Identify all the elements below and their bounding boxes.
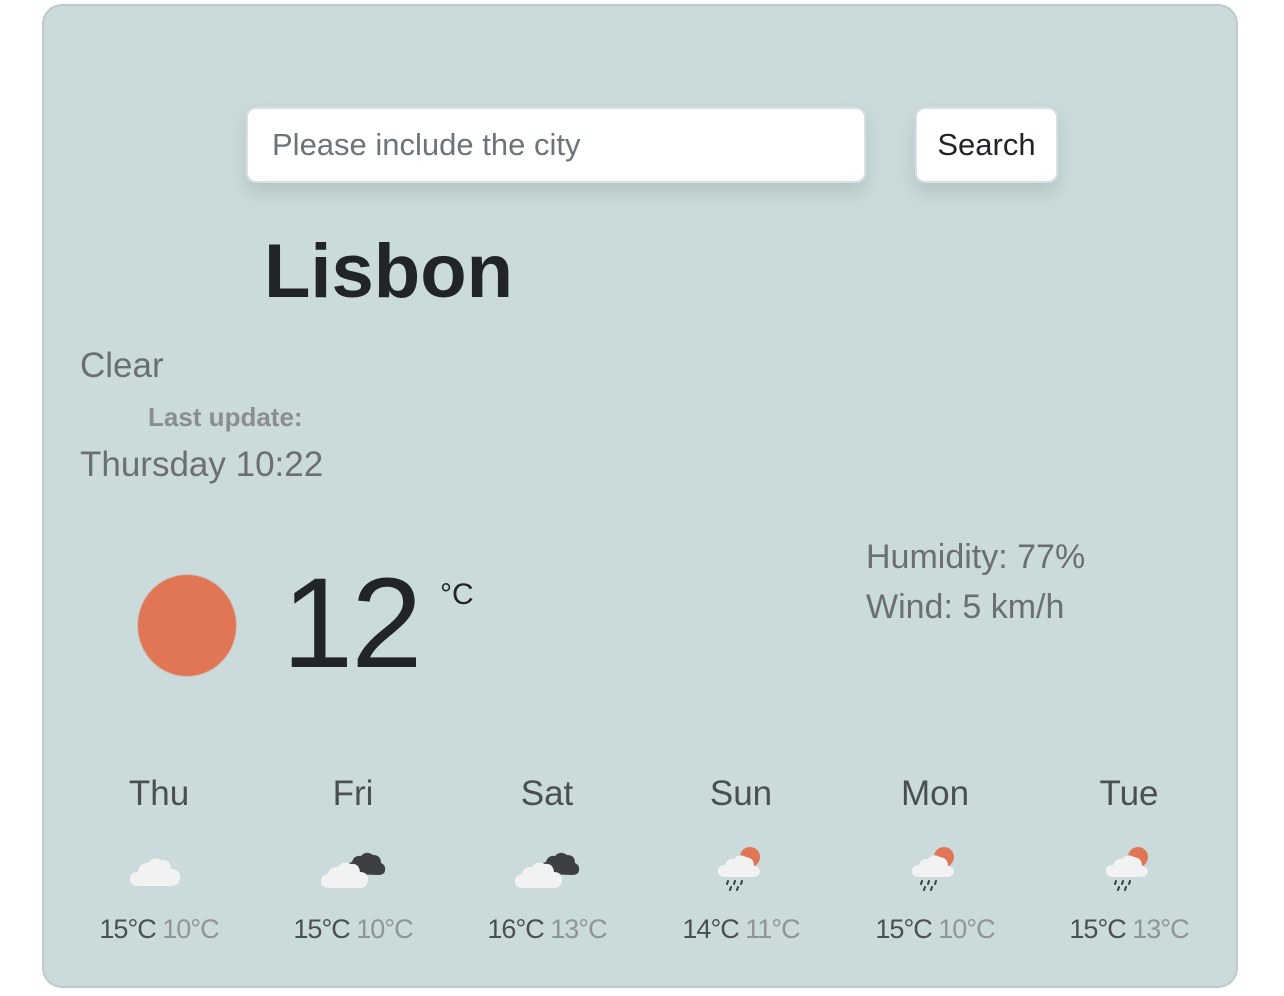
forecast-day-name: Sun: [709, 774, 773, 813]
forecast-day-name: Thu: [128, 774, 190, 813]
forecast-day-name: Sat: [520, 774, 574, 813]
forecast-day: Tue 15°C 13°C: [1032, 776, 1226, 943]
forecast-day: Mon 15°C 10°C: [838, 776, 1032, 943]
city-name: Lisbon: [264, 229, 514, 314]
current-temperature: 12: [282, 552, 422, 695]
rain-sun-icon: [1106, 847, 1148, 891]
forecast-min: 10°C: [356, 914, 413, 944]
forecast-min: 13°C: [550, 914, 607, 944]
search-button[interactable]: Search: [915, 107, 1058, 183]
wind: Wind: 5 km/h: [866, 588, 1065, 626]
forecast-max: 15°C: [875, 914, 932, 944]
forecast-max: 14°C: [682, 914, 739, 944]
weather-details: Humidity: 77% Wind: 5 km/h: [866, 532, 1085, 632]
forecast-temps: 15°C 13°C: [1032, 916, 1226, 943]
forecast-max: 15°C: [293, 914, 350, 944]
rain-sun-icon: [718, 847, 760, 891]
sun-icon: [137, 574, 237, 677]
forecast-temps: 15°C 10°C: [256, 916, 450, 943]
forecast-max: 15°C: [1069, 914, 1126, 944]
forecast-max: 15°C: [99, 914, 156, 944]
forecast: Thu 15°C 10°C Fri 15°C 10°C Sat 16°C 13°…: [62, 776, 1226, 943]
forecast-day: Thu 15°C 10°C: [62, 776, 256, 943]
forecast-day-name: Fri: [332, 774, 374, 813]
forecast-min: 11°C: [745, 914, 800, 944]
forecast-temps: 14°C 11°C: [644, 916, 838, 943]
forecast-min: 10°C: [162, 914, 219, 944]
clouds-icon: [515, 852, 580, 888]
rain-sun-icon: [912, 847, 954, 891]
city-search-input[interactable]: [246, 107, 866, 183]
forecast-min: 10°C: [938, 914, 995, 944]
forecast-day: Sat 16°C 13°C: [450, 776, 644, 943]
cloud-icon: [130, 858, 180, 886]
forecast-temps: 16°C 13°C: [450, 916, 644, 943]
clouds-icon: [321, 852, 386, 888]
forecast-day: Sun 14°C 11°C: [644, 776, 838, 943]
humidity: Humidity: 77%: [866, 538, 1086, 576]
weather-card: Search Lisbon Clear Last update: Thursda…: [42, 4, 1238, 988]
forecast-day-name: Tue: [1099, 774, 1159, 813]
forecast-max: 16°C: [487, 914, 544, 944]
weather-description: Clear: [80, 346, 164, 385]
last-update-time: Thursday 10:22: [80, 445, 324, 484]
temperature-unit: °C: [440, 578, 474, 611]
forecast-min: 13°C: [1132, 914, 1189, 944]
last-update-label: Last update:: [148, 402, 303, 432]
forecast-temps: 15°C 10°C: [62, 916, 256, 943]
forecast-day-name: Mon: [900, 774, 970, 813]
forecast-day: Fri 15°C 10°C: [256, 776, 450, 943]
forecast-temps: 15°C 10°C: [838, 916, 1032, 943]
